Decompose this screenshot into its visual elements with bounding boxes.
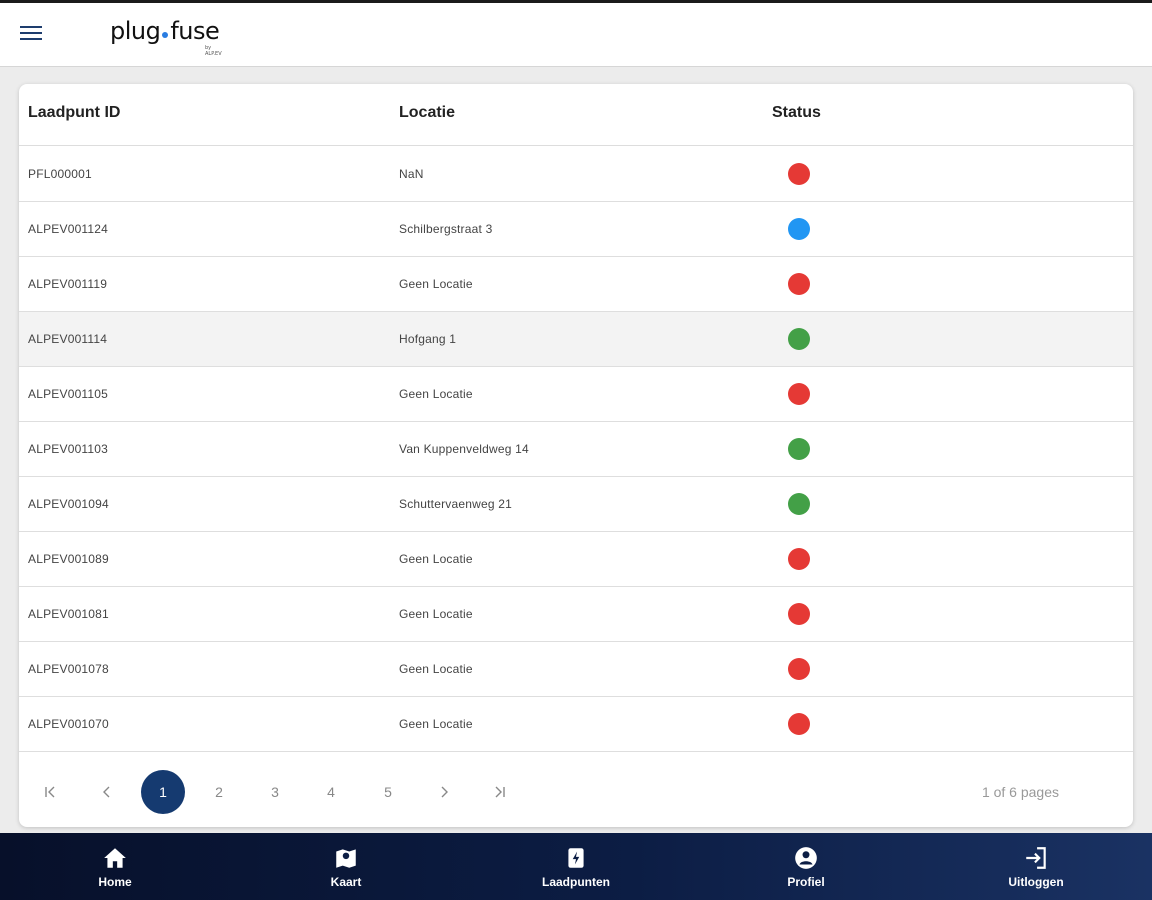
table-row[interactable]: ALPEV001089 Geen Locatie [19,532,1133,587]
nav-label-map: Kaart [330,874,362,889]
cell-charger-id: ALPEV001105 [28,387,109,401]
cell-location: Geen Locatie [399,662,473,676]
page-button-2[interactable]: 2 [197,770,241,814]
cell-charger-id: ALPEV001119 [28,277,108,291]
map-icon [336,848,356,868]
cell-charger-id: ALPEV001081 [28,607,109,621]
page-info: 1 of 6 pages [981,784,1059,800]
status-indicator [788,658,810,680]
page-button-1[interactable]: 1 [141,770,185,814]
logout-icon [1026,846,1046,869]
status-indicator [788,603,810,625]
cell-location: Geen Locatie [399,552,473,566]
status-indicator [788,493,810,515]
chevron-right-icon[interactable] [422,770,466,814]
status-indicator [788,438,810,460]
charging-points-card: Laadpunt ID Locatie Status PFL000001 NaN A… [19,84,1133,827]
cell-charger-id: ALPEV001103 [28,442,109,456]
bottom-navigation: Home Kaart Laadpunten Profiel Uitloggen [0,833,1152,900]
cell-charger-id: PFL000001 [28,167,92,181]
column-header-location[interactable]: Locatie [399,104,455,122]
profile-icon [795,846,817,869]
table-row[interactable]: ALPEV001094 Schuttervaenweg 21 [19,477,1133,532]
cell-charger-id: ALPEV001124 [28,222,109,236]
cell-location: Geen Locatie [399,607,473,621]
status-indicator [788,713,810,735]
nav-item-home[interactable]: Home [55,833,175,900]
page-button-5[interactable]: 5 [366,770,410,814]
table-row[interactable]: ALPEV001105 Geen Locatie [19,367,1133,422]
nav-item-chargers[interactable]: Laadpunten [516,833,636,900]
status-indicator [788,328,810,350]
cell-charger-id: ALPEV001078 [28,662,109,676]
nav-item-map[interactable]: Kaart [286,833,406,900]
home-icon [104,847,126,868]
column-header-status[interactable]: Status [772,104,821,122]
table-row[interactable]: ALPEV001119 Geen Locatie [19,257,1133,312]
cell-location: Geen Locatie [399,717,473,731]
menu-icon[interactable] [20,26,44,46]
status-indicator [788,383,810,405]
cell-location: Schuttervaenweg 21 [399,497,513,511]
cell-location: Geen Locatie [399,277,473,291]
cell-location: Van Kuppenveldweg 14 [399,442,529,456]
last-page-icon[interactable] [478,770,522,814]
cell-location: NaN [399,167,424,181]
cell-location: Schilbergstraat 3 [399,222,493,236]
chevron-left-icon[interactable] [85,770,129,814]
table-row[interactable]: ALPEV001103 Van Kuppenveldweg 14 [19,422,1133,477]
status-indicator [788,548,810,570]
status-indicator [788,163,810,185]
table-row[interactable]: ALPEV001114 Hofgang 1 [19,312,1133,367]
cell-charger-id: ALPEV001114 [28,332,108,346]
brand-dot [162,31,169,38]
brand-word-left: plug [110,17,161,45]
table-row[interactable]: ALPEV001081 Geen Locatie [19,587,1133,642]
page-button-4[interactable]: 4 [309,770,353,814]
nav-label-chargers: Laadpunten [542,874,610,889]
brand-word-right: fuse [170,17,220,45]
first-page-icon[interactable] [28,770,72,814]
brand-logo: plug fuse by ALP.EV [110,17,222,57]
nav-label-home: Home [98,874,132,889]
cell-charger-id: ALPEV001089 [28,552,109,566]
table-row[interactable]: ALPEV001070 Geen Locatie [19,697,1133,752]
nav-label-logout: Uitloggen [1008,874,1064,889]
cell-location: Geen Locatie [399,387,473,401]
status-indicator [788,218,810,240]
page-button-3[interactable]: 3 [253,770,297,814]
nav-item-logout[interactable]: Uitloggen [976,833,1096,900]
top-app-bar: plug fuse by ALP.EV [0,0,1152,67]
cell-location: Hofgang 1 [399,332,457,346]
table-row[interactable]: ALPEV001124 Schilbergstraat 3 [19,202,1133,257]
nav-label-profile: Profiel [787,874,825,889]
pagination: 1 2 3 4 5 1 of 6 pages [19,770,1133,816]
charger-icon [568,847,584,868]
cell-charger-id: ALPEV001094 [28,497,109,511]
table-row[interactable]: ALPEV001078 Geen Locatie [19,642,1133,697]
table-header: Laadpunt ID Locatie Status [19,84,1133,146]
status-indicator [788,273,810,295]
cell-charger-id: ALPEV001070 [28,717,109,731]
table-row[interactable]: PFL000001 NaN [19,147,1133,202]
nav-item-profile[interactable]: Profiel [746,833,866,900]
brand-sub: by ALP.EV [205,45,222,57]
column-header-id[interactable]: Laadpunt ID [28,104,120,122]
